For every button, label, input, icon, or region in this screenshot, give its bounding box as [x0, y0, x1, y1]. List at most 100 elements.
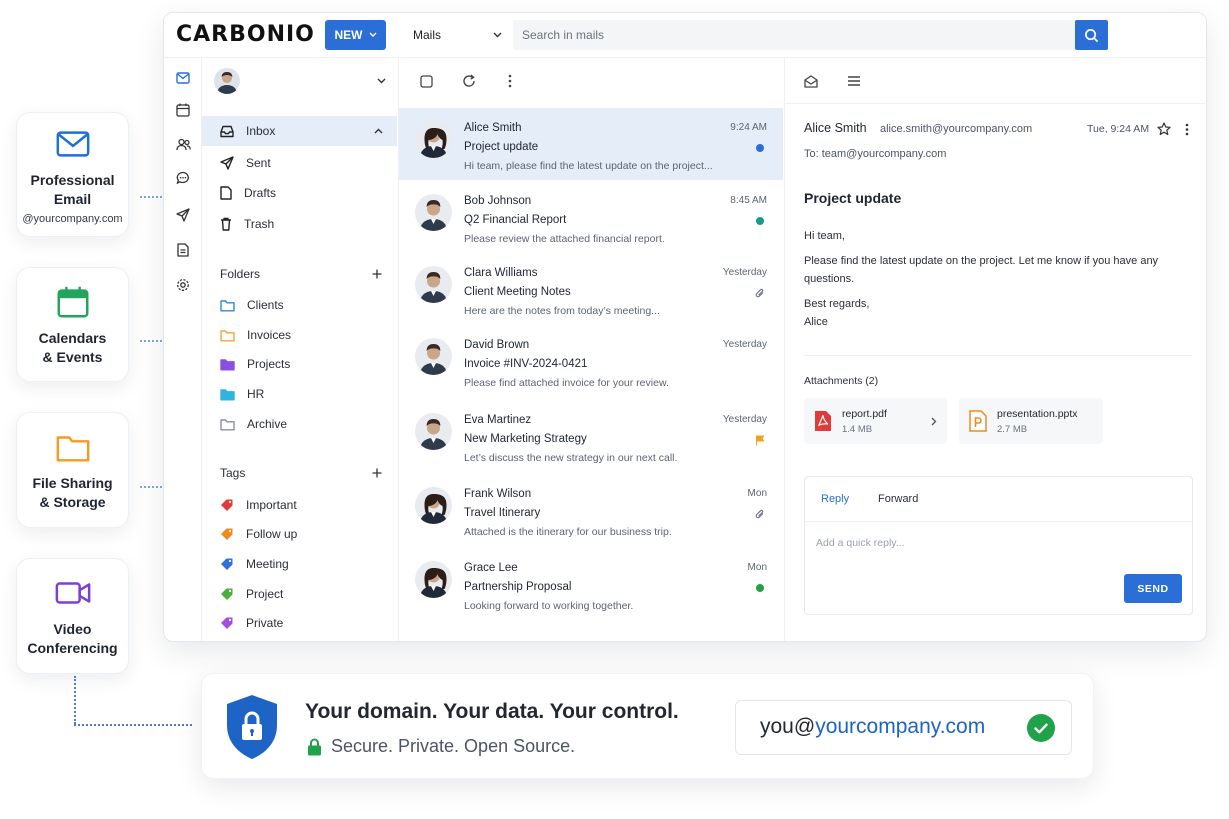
tag-icon — [221, 617, 233, 629]
body-paragraph: Hi team, — [804, 230, 845, 242]
settings-icon[interactable] — [174, 276, 192, 294]
search-input[interactable]: Search in mails — [513, 20, 1075, 50]
sender-email: alice.smith@yourcompany.com — [880, 123, 1033, 135]
connector — [140, 486, 162, 488]
refresh-icon[interactable] — [460, 72, 478, 90]
sender-name: Alice Smith — [804, 121, 867, 135]
folder-label: Invoices — [247, 328, 292, 342]
quick-reply-input[interactable]: Add a quick reply... — [816, 537, 905, 549]
attachment-info: presentation.pptx 2.7 MB — [997, 408, 1078, 435]
message-row[interactable]: Eva Martinez New Marketing Strategy Let’s … — [399, 400, 783, 472]
pdf-file-icon — [815, 411, 831, 431]
message-row[interactable]: Clara Williams Client Meeting Notes Here a… — [399, 253, 783, 325]
mail-app-window: CARBONIO NEW Mails Search in mails Inbox… — [163, 12, 1207, 642]
message-body: Hi team, Please find the latest update o… — [804, 227, 1184, 331]
avatar — [214, 68, 240, 94]
menu-icon[interactable] — [845, 72, 863, 90]
avatar — [415, 194, 452, 231]
message-row[interactable]: Alice Smith Project update Hi team, please… — [399, 108, 783, 180]
new-button-label: NEW — [334, 28, 363, 42]
send-icon[interactable] — [174, 206, 192, 224]
message-row[interactable]: Grace Lee Partnership Proposal Looking for… — [399, 548, 783, 620]
attachment-pdf[interactable]: report.pdf 1.4 MB — [804, 398, 947, 444]
banner-subtitle-text: Secure. Private. Open Source. — [331, 736, 576, 756]
nav-item-inbox[interactable]: Inbox — [202, 116, 397, 146]
mark-unread-icon[interactable] — [802, 72, 820, 90]
nav-item-trash[interactable]: Trash — [202, 209, 397, 239]
message-subject: Q2 Financial Report — [464, 214, 567, 226]
star-icon[interactable] — [1157, 122, 1171, 136]
chevron-down-icon — [377, 78, 386, 84]
feature-card-video: Video Conferencing — [16, 558, 129, 674]
message-preview: Here are the notes from today’s meeting.… — [464, 305, 660, 317]
calendar-icon — [57, 286, 88, 317]
folder-item-projects[interactable]: Projects — [220, 355, 290, 373]
search-button[interactable] — [1075, 20, 1108, 50]
mail-icon[interactable] — [174, 69, 192, 87]
folder-item-hr[interactable]: HR — [220, 385, 264, 403]
message-preview: Attached is the itinerary for our busine… — [464, 526, 672, 538]
search-icon — [1085, 28, 1099, 42]
top-bar: CARBONIO NEW Mails Search in mails — [164, 13, 1206, 58]
draft-icon — [220, 186, 232, 200]
nav-item-sent[interactable]: Sent — [202, 148, 397, 178]
folder-item-archive[interactable]: Archive — [220, 415, 287, 433]
message-time: Yesterday — [722, 414, 767, 425]
folder-item-clients[interactable]: Clients — [220, 296, 284, 314]
unread-dot-icon — [755, 216, 765, 226]
message-row[interactable]: David Brown Invoice #INV-2024-0421 Please … — [399, 325, 783, 397]
message-sender: Grace Lee — [464, 562, 518, 574]
tab-reply[interactable]: Reply — [821, 493, 849, 505]
search-scope-select[interactable]: Mails — [404, 20, 510, 50]
folder-item-invoices[interactable]: Invoices — [220, 326, 291, 344]
send-button[interactable]: SEND — [1124, 574, 1182, 603]
more-vertical-icon[interactable] — [501, 72, 519, 90]
more-vertical-icon[interactable] — [1185, 123, 1189, 136]
calendar-icon[interactable] — [174, 101, 192, 119]
tag-item-meeting[interactable]: Meeting — [220, 555, 289, 573]
connector — [74, 676, 76, 724]
reply-tabs: Reply Forward — [805, 477, 1192, 522]
search-placeholder: Search in mails — [522, 28, 605, 42]
message-sender: Alice Smith — [464, 122, 522, 134]
trash-icon — [221, 217, 231, 231]
tag-item-important[interactable]: Important — [220, 496, 297, 514]
add-folder-icon[interactable] — [372, 269, 382, 279]
message-row[interactable]: Frank Wilson Travel Itinerary Attached is … — [399, 474, 783, 546]
send-icon — [220, 156, 234, 170]
attachment-pptx[interactable]: presentation.pptx 2.7 MB — [959, 398, 1103, 444]
tag-item-project[interactable]: Project — [220, 585, 283, 603]
message-subject: Project update — [804, 190, 902, 206]
avatar — [415, 266, 452, 303]
message-row[interactable]: Bob Johnson Q2 Financial Report Please rev… — [399, 181, 783, 253]
attachment-info: report.pdf 1.4 MB — [842, 408, 887, 435]
attachment-name: presentation.pptx — [997, 407, 1078, 420]
new-button[interactable]: NEW — [325, 20, 386, 50]
feature-card-email: Professional Email @yourcompany.com — [16, 112, 129, 237]
connector — [140, 196, 162, 198]
attachment-size: 2.7 MB — [997, 423, 1028, 435]
contacts-icon[interactable] — [174, 135, 192, 153]
nav-item-drafts[interactable]: Drafts — [202, 178, 397, 208]
message-time: 9:24 AM — [730, 122, 767, 133]
message-subject: Invoice #INV-2024-0421 — [464, 358, 588, 370]
tag-item-private[interactable]: Private — [220, 614, 283, 632]
attachment-size: 1.4 MB — [842, 423, 873, 435]
tag-item-follow-up[interactable]: Follow up — [220, 525, 297, 543]
folders-heading-label: Folders — [220, 267, 261, 281]
tab-forward[interactable]: Forward — [878, 493, 918, 505]
tag-label: Meeting — [246, 557, 289, 571]
inbox-icon — [220, 125, 234, 137]
envelope-icon — [56, 130, 89, 157]
select-all-checkbox[interactable] — [417, 72, 435, 90]
folder-icon — [220, 388, 235, 400]
banner-subtitle: Secure. Private. Open Source. — [307, 736, 575, 757]
message-preview: Please review the attached financial rep… — [464, 233, 665, 245]
chat-icon[interactable] — [174, 169, 192, 187]
message-time: Mon — [747, 488, 767, 499]
account-switcher[interactable] — [214, 68, 386, 94]
add-tag-icon[interactable] — [372, 468, 382, 478]
files-icon[interactable] — [174, 241, 192, 259]
video-camera-icon — [55, 582, 90, 604]
message-subject: New Marketing Strategy — [464, 433, 587, 445]
